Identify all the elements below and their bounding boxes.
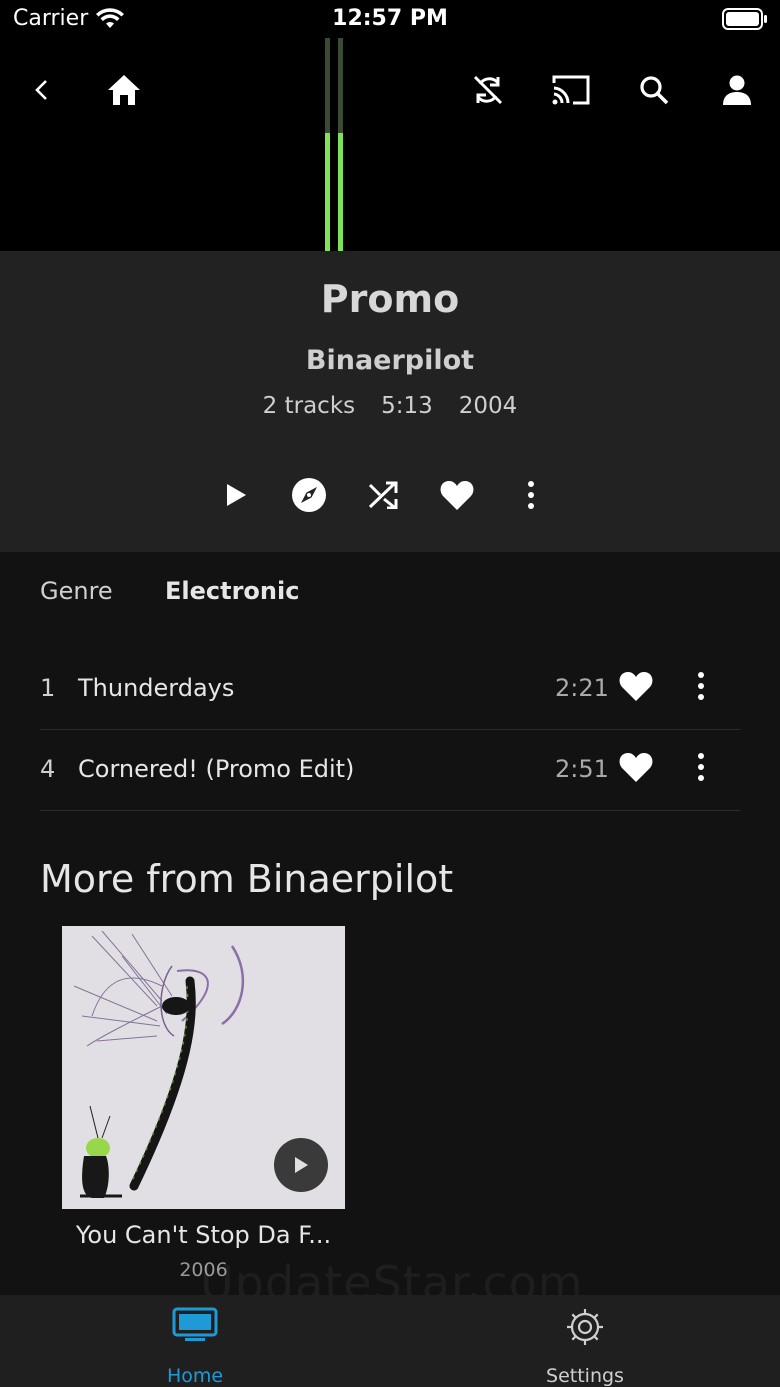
track-count: 2 tracks — [262, 393, 356, 419]
search-icon — [640, 76, 669, 105]
track-row[interactable]: 1 Thunderdays 2:21 — [40, 649, 740, 730]
genre-value[interactable]: Electronic — [165, 577, 299, 605]
gear-icon — [567, 1309, 603, 1345]
cast-icon — [552, 75, 590, 105]
play-button[interactable] — [216, 475, 256, 515]
track-title: Cornered! (Promo Edit) — [78, 755, 355, 783]
tab-settings-label: Settings — [546, 1365, 624, 1387]
genre-label: Genre — [40, 577, 113, 605]
top-navigation-bar — [0, 38, 780, 251]
track-title: Thunderdays — [78, 674, 235, 702]
battery-icon — [722, 8, 768, 36]
track-row[interactable]: 4 Cornered! (Promo Edit) 2:51 — [40, 730, 740, 811]
genre-row: Genre Electronic — [40, 577, 299, 605]
radio-explore-button[interactable] — [289, 475, 329, 515]
tab-home[interactable]: Home — [0, 1295, 390, 1387]
shuffle-icon — [368, 481, 398, 509]
more-vertical-icon — [698, 672, 704, 700]
album-title: Promo — [320, 277, 460, 321]
favorite-album-button[interactable] — [437, 475, 477, 515]
compass-icon — [292, 478, 326, 512]
status-bar: Carrier 12:57 PM — [0, 0, 780, 38]
home-icon — [108, 75, 140, 105]
more-vertical-icon — [528, 481, 534, 509]
play-icon — [227, 484, 246, 506]
track-more-button[interactable] — [696, 752, 706, 788]
track-more-button[interactable] — [696, 671, 706, 707]
clock: 12:57 PM — [332, 6, 448, 31]
more-from-heading: More from Binaerpilot — [40, 857, 454, 901]
more-vertical-icon — [698, 753, 704, 781]
shuffle-button[interactable] — [363, 475, 403, 515]
album-meta: 2 tracks 5:13 2004 — [0, 393, 780, 419]
album-header: Promo Binaerpilot 2 tracks 5:13 2004 — [0, 251, 780, 552]
album-actions — [0, 475, 780, 515]
related-album-card[interactable]: You Can't Stop Da F... 2006 — [62, 926, 345, 1281]
track-duration: 2:21 — [555, 674, 609, 702]
favorite-track-button[interactable] — [618, 751, 654, 789]
heart-icon — [619, 753, 653, 782]
track-duration: 2:51 — [555, 755, 609, 783]
chevron-left-icon — [35, 80, 47, 100]
equalizer-bar-right — [338, 38, 343, 251]
album-year: 2004 — [458, 393, 518, 419]
heart-icon — [619, 672, 653, 701]
home-button[interactable] — [102, 68, 146, 112]
play-icon — [295, 1157, 308, 1173]
album-cover-art[interactable] — [62, 926, 345, 1209]
tab-home-label: Home — [166, 1365, 224, 1387]
person-icon — [723, 75, 751, 105]
track-number: 4 — [40, 755, 56, 783]
play-album-overlay-button[interactable] — [274, 1138, 328, 1192]
related-album-title[interactable]: You Can't Stop Da F... — [62, 1221, 345, 1249]
tv-icon — [172, 1307, 218, 1341]
album-duration: 5:13 — [381, 393, 433, 419]
account-button[interactable] — [715, 68, 759, 112]
bottom-tab-bar: Home Settings — [0, 1295, 780, 1387]
back-button[interactable] — [20, 68, 64, 112]
cast-button[interactable] — [549, 68, 593, 112]
track-number: 1 — [40, 674, 56, 702]
album-more-button[interactable] — [511, 475, 551, 515]
search-button[interactable] — [632, 68, 676, 112]
album-artist[interactable]: Binaerpilot — [0, 345, 780, 376]
sync-disabled-icon — [473, 75, 503, 105]
heart-icon — [440, 481, 474, 510]
equalizer-bar-left — [325, 38, 330, 251]
sync-off-button[interactable] — [466, 68, 510, 112]
tab-settings[interactable]: Settings — [390, 1295, 780, 1387]
favorite-track-button[interactable] — [618, 670, 654, 708]
